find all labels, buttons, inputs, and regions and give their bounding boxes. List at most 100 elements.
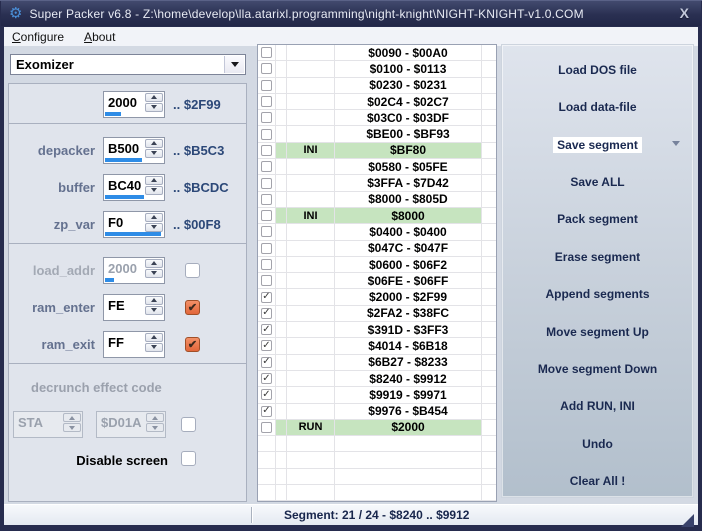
spin-up-icon[interactable]	[146, 413, 164, 422]
segment-row[interactable]: ✓$9919 - $9971	[258, 387, 496, 403]
segment-row[interactable]	[258, 452, 496, 468]
segment-range-cell[interactable]	[335, 469, 482, 484]
checked-checkbox-icon[interactable]: ✓	[261, 292, 272, 303]
unchecked-checkbox-icon[interactable]	[261, 129, 272, 140]
checked-checkbox-icon[interactable]: ✓	[261, 340, 272, 351]
spin-down-icon[interactable]	[145, 103, 163, 112]
segment-row[interactable]: ✓$8240 - $9912	[258, 371, 496, 387]
segment-row[interactable]: INI$BF80	[258, 143, 496, 159]
segment-row[interactable]: $0100 - $0113	[258, 61, 496, 77]
segment-row[interactable]: $8000 - $805D	[258, 192, 496, 208]
spin-up-icon[interactable]	[145, 139, 163, 148]
pack-output-spinner[interactable]: 2000	[103, 91, 165, 118]
unchecked-checkbox-icon[interactable]	[261, 210, 272, 221]
segment-range-cell[interactable]	[335, 436, 482, 451]
unchecked-checkbox-icon[interactable]	[261, 194, 272, 205]
segment-row[interactable]: $0580 - $05FE	[258, 159, 496, 175]
decrunch-effect-checkbox[interactable]	[181, 417, 196, 432]
segment-checkbox-cell[interactable]: ✓	[258, 338, 276, 353]
segment-range-cell[interactable]	[335, 485, 482, 500]
segment-row[interactable]: $BE00 - $BF93	[258, 126, 496, 142]
button-move-segment-down[interactable]: Move segment Down	[502, 360, 693, 375]
spin-down-icon[interactable]	[145, 269, 163, 278]
checked-checkbox-icon[interactable]: ✓	[261, 406, 272, 417]
segment-checkbox-cell[interactable]	[258, 126, 276, 141]
segment-range-cell[interactable]: $0090 - $00A0	[335, 45, 482, 60]
segment-row[interactable]	[258, 436, 496, 452]
checked-checkbox-icon[interactable]: ✓	[261, 389, 272, 400]
menu-item-about[interactable]: About	[74, 28, 125, 46]
segment-checkbox-cell[interactable]	[258, 452, 276, 467]
chevron-down-icon[interactable]	[224, 56, 244, 73]
button-erase-segment[interactable]: Erase segment	[502, 248, 693, 263]
segment-range-cell[interactable]: $3FFA - $7D42	[335, 175, 482, 190]
segment-row[interactable]: $02C4 - $02C7	[258, 94, 496, 110]
zp-var-spinner-value[interactable]: F0	[108, 215, 144, 230]
segment-row[interactable]: $047C - $047F	[258, 241, 496, 257]
unchecked-checkbox-icon[interactable]	[261, 80, 272, 91]
segment-checkbox-cell[interactable]	[258, 241, 276, 256]
segment-range-cell[interactable]: $2FA2 - $38FC	[335, 306, 482, 321]
segment-checkbox-cell[interactable]	[258, 175, 276, 190]
spin-down-icon[interactable]	[145, 223, 163, 232]
button-save-segment[interactable]: Save segment	[502, 136, 693, 151]
checked-checkbox-icon[interactable]: ✓	[261, 308, 272, 319]
unchecked-checkbox-icon[interactable]	[261, 178, 272, 189]
unchecked-checkbox-icon[interactable]	[261, 422, 272, 433]
spin-down-icon[interactable]	[145, 149, 163, 158]
decrunch-addr-spinner[interactable]: $D01A	[96, 411, 166, 438]
segment-range-cell[interactable]: $06FE - $06FF	[335, 273, 482, 288]
segment-checkbox-cell[interactable]	[258, 45, 276, 60]
unchecked-checkbox-icon[interactable]	[261, 259, 272, 270]
spin-up-icon[interactable]	[145, 93, 163, 102]
load-addr-spinner[interactable]: 2000	[103, 257, 165, 284]
unchecked-checkbox-icon[interactable]	[261, 275, 272, 286]
segment-row[interactable]	[258, 469, 496, 485]
button-add-run-ini[interactable]: Add RUN, INI	[502, 397, 693, 412]
disable-screen-checkbox[interactable]	[181, 451, 196, 466]
spin-up-icon[interactable]	[145, 259, 163, 268]
ram-exit-checkbox[interactable]: ✔	[185, 337, 200, 352]
spin-up-icon[interactable]	[145, 296, 163, 305]
segment-row[interactable]: RUN$2000	[258, 420, 496, 436]
segment-row[interactable]: $0400 - $0400	[258, 224, 496, 240]
segment-row[interactable]: ✓$6B27 - $8233	[258, 355, 496, 371]
segment-row[interactable]: $0090 - $00A0	[258, 45, 496, 61]
spin-up-icon[interactable]	[63, 413, 81, 422]
title-bar[interactable]: ⚙ Super Packer v6.8 - Z:\home\develop\ll…	[1, 1, 701, 26]
spin-down-icon[interactable]	[146, 423, 164, 432]
unchecked-checkbox-icon[interactable]	[261, 243, 272, 254]
unchecked-checkbox-icon[interactable]	[261, 96, 272, 107]
segment-row[interactable]	[258, 485, 496, 501]
load-addr-spinner-value[interactable]: 2000	[108, 261, 144, 276]
segment-range-cell[interactable]: $2000	[335, 420, 482, 435]
segment-checkbox-cell[interactable]	[258, 469, 276, 484]
segment-row[interactable]	[258, 501, 496, 502]
segment-row[interactable]: ✓$4014 - $6B18	[258, 338, 496, 354]
segment-range-cell[interactable]: $2000 - $2F99	[335, 289, 482, 304]
unchecked-checkbox-icon[interactable]	[261, 145, 272, 156]
segment-checkbox-cell[interactable]: ✓	[258, 355, 276, 370]
segment-checkbox-cell[interactable]	[258, 78, 276, 93]
segment-checkbox-cell[interactable]	[258, 257, 276, 272]
segment-checkbox-cell[interactable]: ✓	[258, 387, 276, 402]
button-append-segments[interactable]: Append segments	[502, 285, 693, 300]
segment-row[interactable]: ✓$391D - $3FF3	[258, 322, 496, 338]
spin-up-icon[interactable]	[145, 176, 163, 185]
decrunch-addr-spinner-value[interactable]: $D01A	[101, 415, 145, 430]
segment-checkbox-cell[interactable]: ✓	[258, 306, 276, 321]
spin-down-icon[interactable]	[145, 343, 163, 352]
segment-row[interactable]: INI$8000	[258, 208, 496, 224]
segment-range-cell[interactable]: $BF80	[335, 143, 482, 158]
spin-down-icon[interactable]	[145, 186, 163, 195]
segment-checkbox-cell[interactable]	[258, 273, 276, 288]
button-load-dos-file[interactable]: Load DOS file	[502, 61, 693, 76]
segment-checkbox-cell[interactable]	[258, 94, 276, 109]
button-load-data-file[interactable]: Load data-file	[502, 98, 693, 113]
segment-range-cell[interactable]: $0580 - $05FE	[335, 159, 482, 174]
buffer-spinner[interactable]: BC40	[103, 174, 165, 201]
segment-range-cell[interactable]: $0400 - $0400	[335, 224, 482, 239]
segment-checkbox-cell[interactable]	[258, 61, 276, 76]
segment-range-cell[interactable]: $0230 - $0231	[335, 78, 482, 93]
packer-select[interactable]: Exomizer	[10, 54, 246, 75]
